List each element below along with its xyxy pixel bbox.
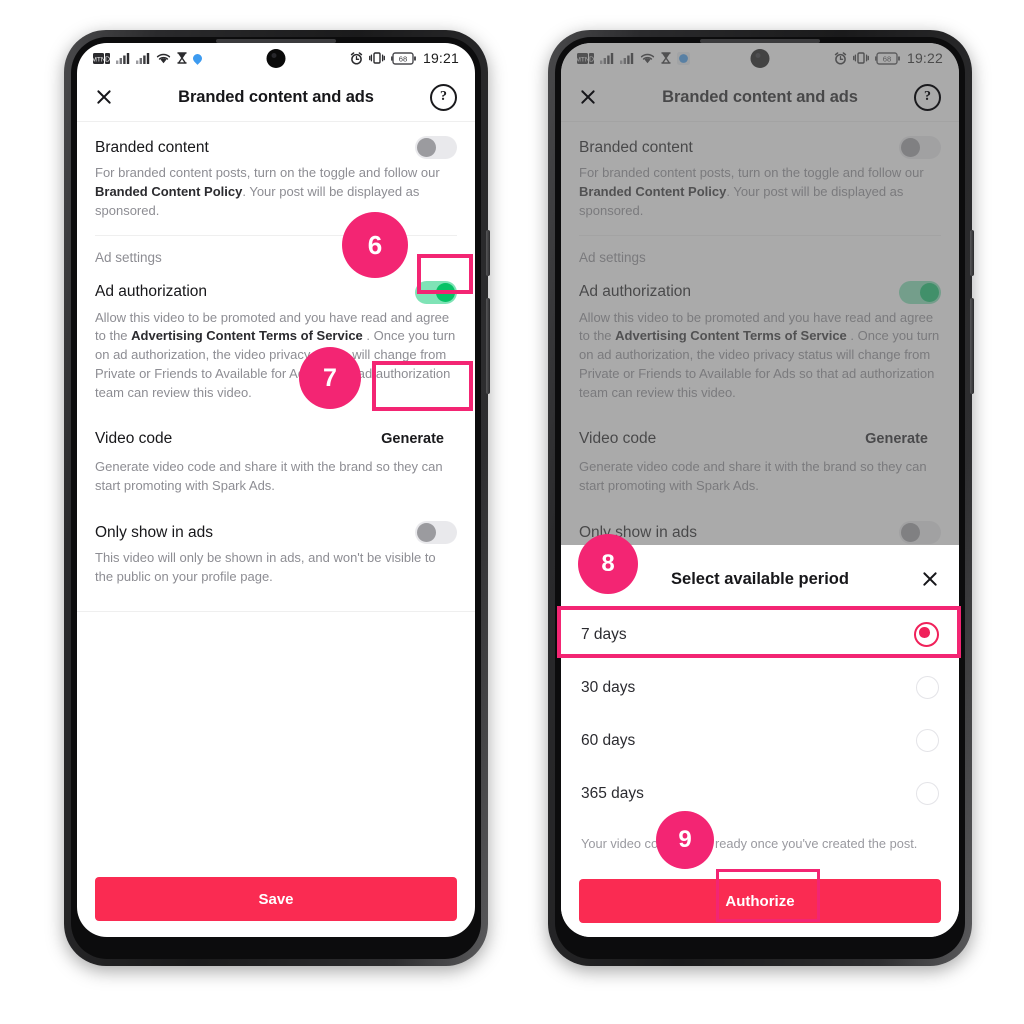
only-show-in-ads-label: Only show in ads [95, 523, 214, 541]
only-show-in-ads-description: This video will only be shown in ads, an… [95, 550, 436, 585]
help-icon[interactable]: ? [430, 83, 457, 111]
branded-content-desc-part1: For branded content posts, turn on the t… [95, 165, 440, 180]
option-label: 30 days [581, 678, 636, 696]
ad-authorization-label: Ad authorization [95, 283, 208, 301]
status-bar: MTND [77, 43, 475, 73]
video-code-row: Video code Generate [95, 424, 457, 453]
phone-mockup-left: MTN D 68 19:21 Branded content and ads ?… [64, 30, 490, 966]
alarm-icon [350, 51, 363, 65]
status-bar-left-icons: MTND [91, 51, 204, 65]
ad-authorization-row: Ad authorization [95, 280, 457, 304]
highlight-generate-button [372, 361, 473, 411]
side-button-top[interactable] [970, 230, 974, 276]
branded-content-label: Branded content [95, 138, 209, 156]
svg-text:D: D [105, 56, 110, 63]
help-icon[interactable]: ? [914, 83, 941, 111]
advertising-terms-link[interactable]: Advertising Content Terms of Service [131, 328, 363, 343]
option-label: 60 days [581, 731, 636, 749]
highlight-7-days-option [557, 606, 961, 658]
screenshot-canvas: MTN D 68 19:21 Branded content and ads ?… [0, 0, 1024, 1024]
radio-365-days[interactable] [916, 782, 939, 805]
radio-30-days[interactable] [916, 676, 939, 699]
battery-icon: 68 [390, 51, 417, 65]
option-label: 365 days [581, 784, 644, 802]
step-badge-6: 6 [342, 212, 408, 278]
generate-button[interactable]: Generate [368, 424, 457, 453]
svg-text:68: 68 [399, 54, 407, 63]
section-only-show-in-ads: Only show in ads This video will only be… [77, 521, 475, 587]
front-camera-punch-hole [266, 49, 286, 68]
save-button[interactable]: Save [95, 877, 457, 921]
phone-mockup-right: MTND [548, 30, 974, 966]
wifi-icon [156, 52, 171, 64]
phone-screen-left: MTN D 68 19:21 Branded content and ads ?… [77, 43, 475, 937]
sim-signal-icon: MTND [91, 52, 110, 64]
hourglass-icon [177, 52, 187, 64]
sheet-close-icon[interactable] [921, 570, 939, 588]
signal-bars-icon [116, 52, 130, 64]
bluetooth-icon [191, 51, 204, 65]
video-code-description: Generate video code and share it with th… [95, 458, 443, 493]
step-badge-7: 7 [299, 347, 361, 409]
svg-text:MTN: MTN [93, 56, 106, 63]
section-video-code: Video code Generate Generate video code … [77, 424, 475, 496]
option-30-days[interactable]: 30 days [561, 661, 959, 714]
radio-60-days[interactable] [916, 729, 939, 752]
option-60-days[interactable]: 60 days [561, 714, 959, 767]
only-show-in-ads-toggle[interactable] [415, 521, 457, 545]
side-button-volume[interactable] [970, 298, 974, 394]
video-code-label: Video code [95, 429, 173, 447]
branded-content-toggle[interactable] [415, 136, 457, 159]
side-button-volume[interactable] [486, 298, 490, 394]
phone-bezel: MTND [555, 37, 965, 959]
section-branded-content: Branded content For branded content post… [77, 136, 475, 221]
sheet-note: Your video code will be ready once you'v… [581, 836, 918, 851]
status-bar-clock: 19:21 [422, 50, 459, 66]
signal-bars-secondary-icon [136, 52, 150, 64]
highlight-authorize-button [716, 869, 820, 922]
step-badge-8: 8 [578, 534, 638, 594]
page-title: Branded content and ads [178, 87, 374, 106]
sheet-title: Select available period [671, 569, 849, 588]
branded-content-policy-link[interactable]: Branded Content Policy [95, 184, 242, 199]
status-bar-right-icons: 68 19:21 [350, 50, 459, 66]
branded-content-description: For branded content posts, turn on the t… [95, 164, 457, 221]
step-badge-9: 9 [656, 811, 714, 869]
highlight-ad-authorization-toggle [417, 254, 473, 294]
vibrate-icon [369, 52, 385, 64]
content-bottom-divider [77, 611, 475, 613]
option-365-days[interactable]: 365 days [561, 767, 959, 820]
phone-bezel: MTND [71, 37, 481, 959]
app-header: Branded content and ads ? [77, 73, 475, 122]
branded-content-row: Branded content [95, 136, 457, 159]
side-button-top[interactable] [486, 230, 490, 276]
close-icon[interactable] [95, 88, 113, 106]
close-icon[interactable] [579, 88, 597, 106]
phone-screen-right: MTND [561, 43, 959, 937]
modal-scrim[interactable] [561, 43, 959, 545]
only-show-in-ads-row: Only show in ads [95, 521, 457, 545]
